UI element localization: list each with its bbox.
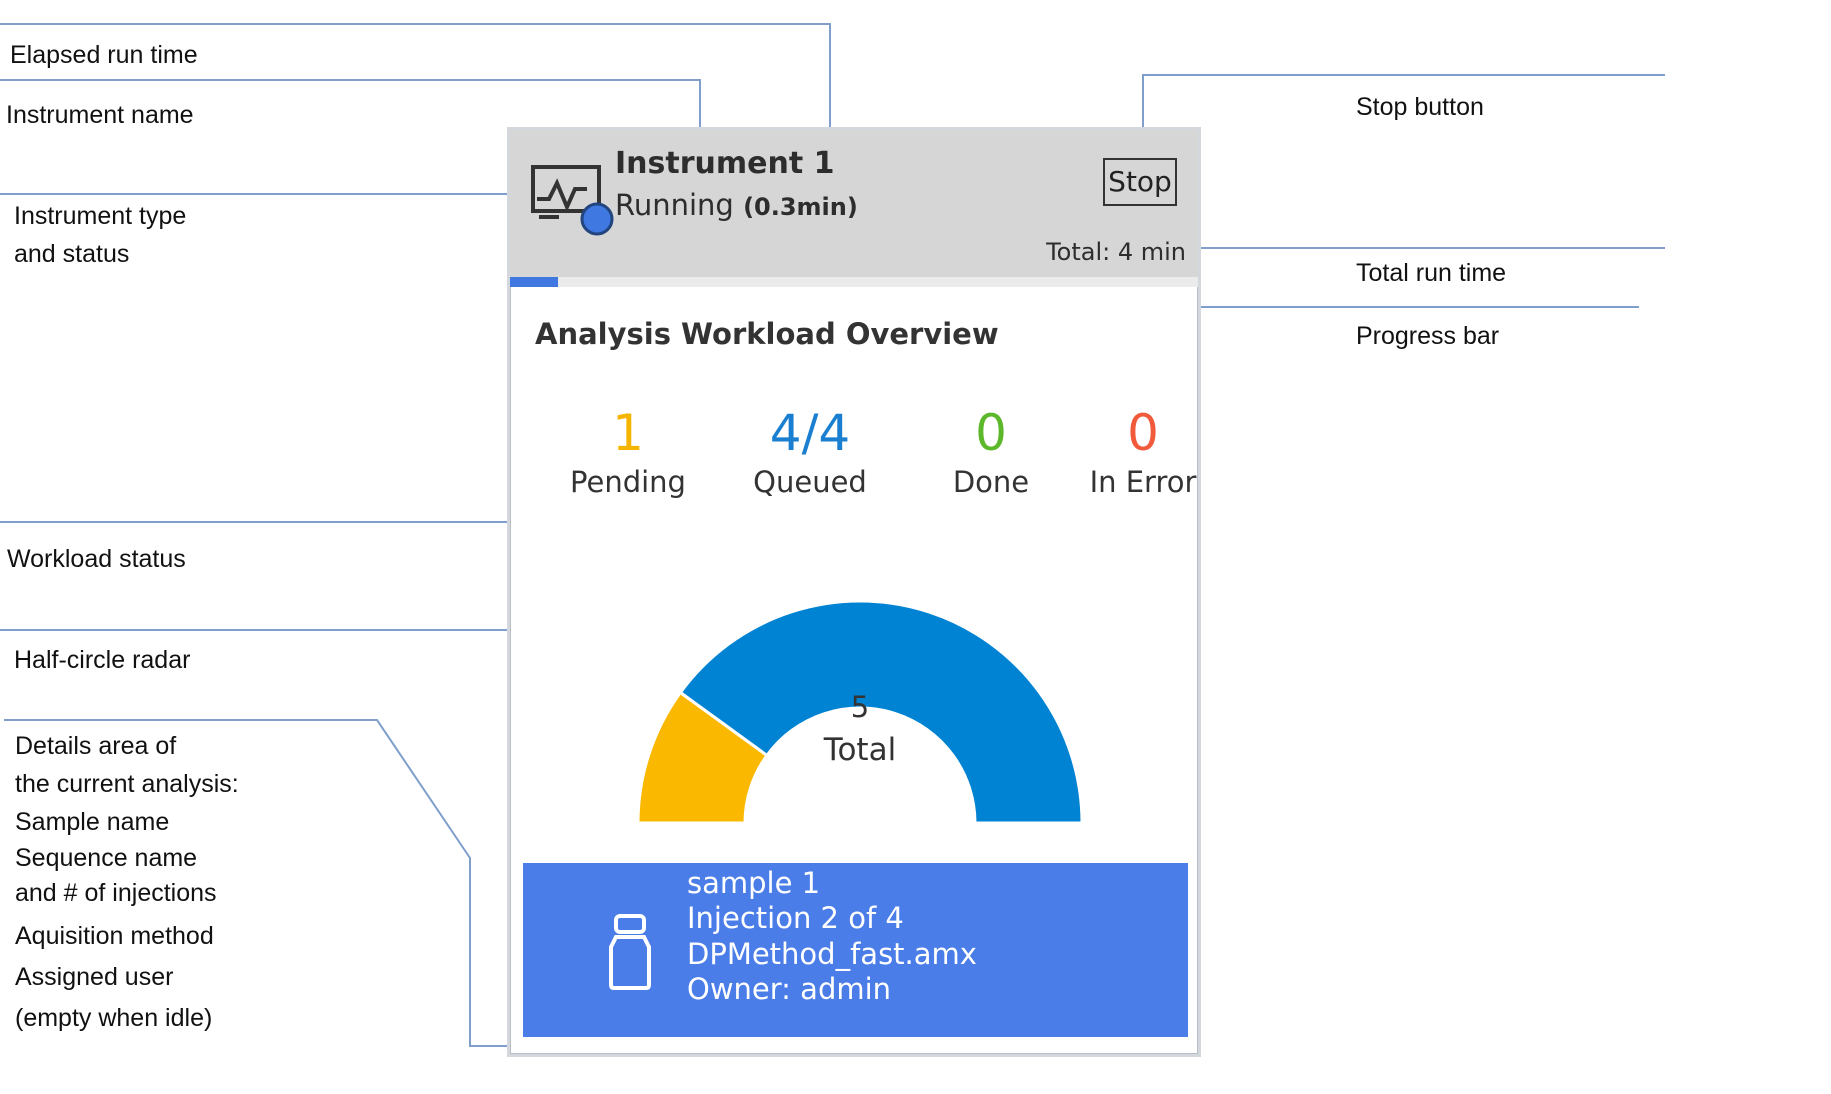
gauge-total-label: Total [823,732,897,768]
stat-label: Done [952,465,1030,499]
stat-label: Queued [753,465,867,499]
instrument-card[interactable]: Instrument 1 Running (0.3min) Stop Total… [507,127,1201,1057]
vial-icon [609,914,651,990]
stat-pending: 1 Pending [558,405,698,499]
stat-in-error: 0 In Error [1063,405,1223,499]
annotation-line: and # of injections [15,879,217,907]
annotation-elapsed-run-time: Elapsed run time [10,41,198,69]
instrument-name: Instrument 1 [615,146,835,181]
gauge-total-value: 5 [850,690,870,724]
annotation-line: Assigned user [15,963,174,991]
annotation-total-run-time: Total run time [1356,259,1507,287]
current-analysis-details[interactable]: sample 1 Injection 2 of 4 DPMethod_fast.… [523,863,1188,1037]
stop-button[interactable]: Stop [1103,158,1177,206]
elapsed-run-time: (0.3min) [743,193,858,221]
stat-label: In Error [1089,465,1197,499]
stat-queued: 4/4 Queued [740,405,880,499]
progress-bar [510,277,1198,287]
annotation-half-circle-radar: Half-circle radar [14,646,191,674]
annotation-progress-bar: Progress bar [1356,322,1500,350]
stat-value: 0 [975,404,1007,462]
stat-value: 0 [1127,404,1159,462]
annotation-line: and status [14,240,130,268]
total-run-time: Total: 4 min [1046,238,1186,266]
annotation-line: (empty when idle) [15,1004,213,1032]
injection-count: Injection 2 of 4 [687,901,904,935]
stat-value: 1 [612,404,644,462]
annotation-line: Instrument type [14,202,187,230]
annotation-line: Details area of [15,732,177,760]
progress-bar-fill [510,277,559,287]
instrument-header: Instrument 1 Running (0.3min) Stop Total… [510,130,1198,277]
stat-label: Pending [570,465,686,499]
instrument-status: Running (0.3min) [615,188,858,222]
instrument-icon [531,165,614,236]
acquisition-method: DPMethod_fast.amx [687,937,977,971]
annotation-workload-status: Workload status [7,545,186,573]
annotation-line: Aquisition method [15,922,214,950]
stat-done: 0 Done [921,405,1061,499]
leader-workload-status [0,496,564,523]
assigned-user: Owner: admin [687,972,892,1006]
annotation-line: Sequence name [15,844,198,872]
annotation-line: the current analysis: [15,770,239,798]
sample-name: sample 1 [687,866,821,900]
annotation-stop-button: Stop button [1356,93,1484,121]
half-circle-radar: 5 Total [580,545,1140,875]
annotation-line: Sample name [15,808,170,836]
workload-title: Analysis Workload Overview [535,317,999,351]
annotation-instrument-name: Instrument name [6,101,194,129]
status-text: Running [615,188,734,222]
instrument-status-dot [580,202,614,236]
stat-value: 4/4 [769,404,851,462]
